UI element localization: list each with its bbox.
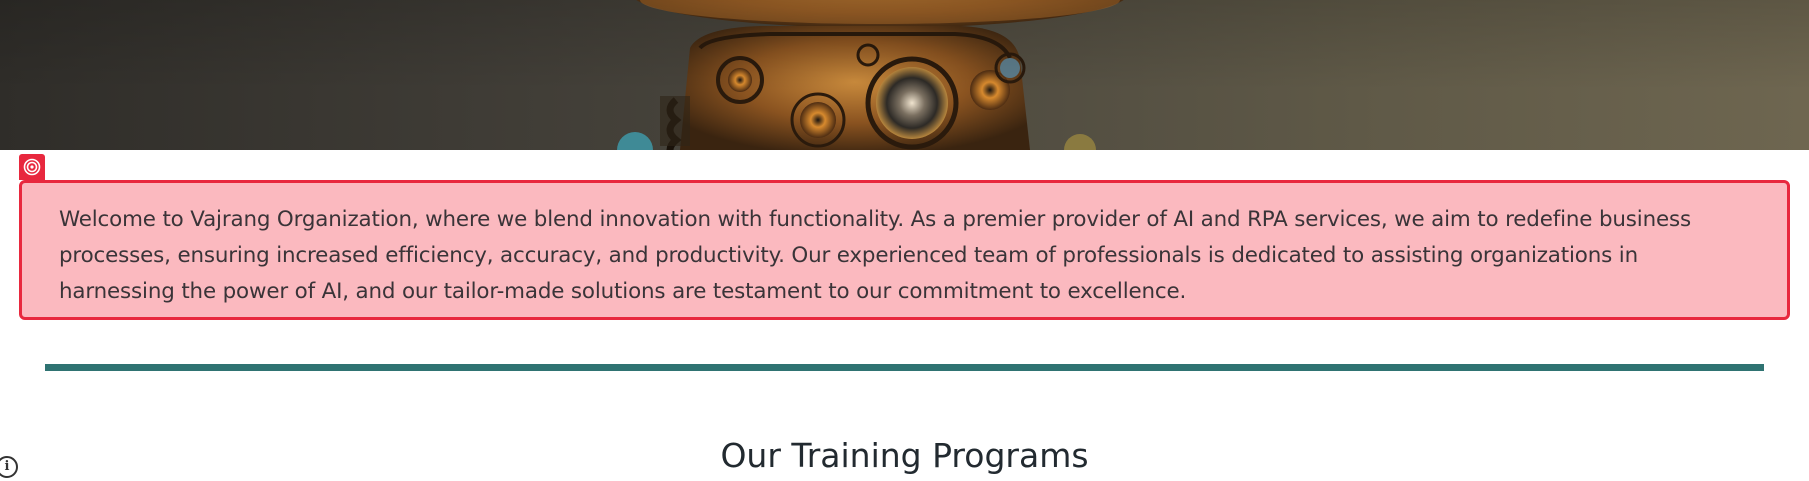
- hero-banner-image: [0, 0, 1809, 150]
- intro-text-block[interactable]: Welcome to Vajrang Organization, where w…: [19, 180, 1790, 320]
- robot-illustration: [617, 0, 1124, 150]
- page: Welcome to Vajrang Organization, where w…: [0, 0, 1809, 481]
- block-selection-tag[interactable]: [19, 154, 45, 180]
- section-heading: Our Training Programs: [720, 436, 1089, 475]
- intro-paragraph: Welcome to Vajrang Organization, where w…: [59, 207, 1691, 304]
- section-divider: [45, 364, 1764, 371]
- target-icon: [23, 158, 41, 176]
